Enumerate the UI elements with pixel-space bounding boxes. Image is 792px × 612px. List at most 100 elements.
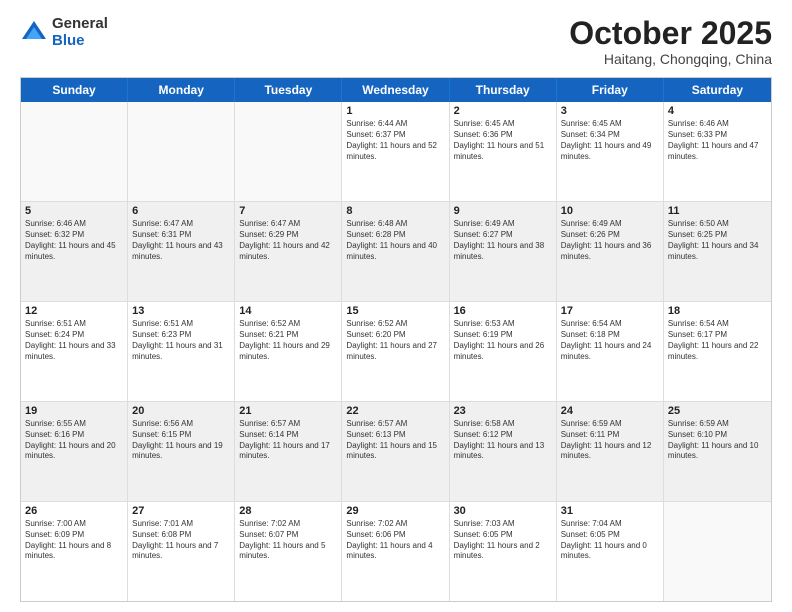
calendar-cell: 30 Sunrise: 7:03 AM Sunset: 6:05 PM Dayli…: [450, 502, 557, 601]
calendar-cell: 31Sunrise: 7:04 AM Sunset: 6:05 PM Dayli…: [557, 502, 664, 601]
day-number: 13: [132, 305, 230, 317]
cell-info: Sunrise: 6:46 AM Sunset: 6:33 PM Dayligh…: [668, 119, 767, 162]
calendar-cell: 11 Sunrise: 6:50 AM Sunset: 6:25 PM Dayli…: [664, 202, 771, 301]
calendar-cell: 22Sunrise: 6:57 AM Sunset: 6:13 PM Dayli…: [342, 402, 449, 501]
weekday-header-friday: Friday: [557, 78, 664, 102]
cell-info: Sunrise: 7:02 AM Sunset: 6:06 PM Dayligh…: [346, 519, 444, 562]
cell-info: Sunrise: 7:02 AM Sunset: 6:07 PM Dayligh…: [239, 519, 337, 562]
cell-info: Sunrise: 6:44 AM Sunset: 6:37 PM Dayligh…: [346, 119, 444, 162]
day-number: 25: [668, 405, 767, 417]
calendar-cell: 18Sunrise: 6:54 AM Sunset: 6:17 PM Dayli…: [664, 302, 771, 401]
cell-info: Sunrise: 6:59 AM Sunset: 6:10 PM Dayligh…: [668, 419, 767, 462]
cell-info: Sunrise: 7:04 AM Sunset: 6:05 PM Dayligh…: [561, 519, 659, 562]
weekday-header-saturday: Saturday: [664, 78, 771, 102]
calendar-cell: 5 Sunrise: 6:46 AM Sunset: 6:32 PM Daylig…: [21, 202, 128, 301]
calendar-cell: [235, 102, 342, 201]
month-title: October 2025: [569, 16, 772, 51]
calendar-cell: 28 Sunrise: 7:02 AM Sunset: 6:07 PM Dayli…: [235, 502, 342, 601]
day-number: 24: [561, 405, 659, 417]
calendar-cell: 29 Sunrise: 7:02 AM Sunset: 6:06 PM Dayli…: [342, 502, 449, 601]
cell-info: Sunrise: 6:53 AM Sunset: 6:19 PM Dayligh…: [454, 319, 552, 362]
weekday-header-monday: Monday: [128, 78, 235, 102]
day-number: 6: [132, 205, 230, 217]
day-number: 4: [668, 105, 767, 117]
day-number: 8: [346, 205, 444, 217]
logo: General Blue: [20, 16, 108, 49]
logo-text: General Blue: [52, 16, 108, 49]
day-number: 28: [239, 505, 337, 517]
day-number: 29: [346, 505, 444, 517]
day-number: 22: [346, 405, 444, 417]
day-number: 16: [454, 305, 552, 317]
weekday-header-wednesday: Wednesday: [342, 78, 449, 102]
day-number: 1: [346, 105, 444, 117]
day-number: 26: [25, 505, 123, 517]
day-number: 9: [454, 205, 552, 217]
cell-info: Sunrise: 6:45 AM Sunset: 6:34 PM Dayligh…: [561, 119, 659, 162]
day-number: 30: [454, 505, 552, 517]
cell-info: Sunrise: 6:46 AM Sunset: 6:32 PM Dayligh…: [25, 219, 123, 262]
calendar-cell: 23 Sunrise: 6:58 AM Sunset: 6:12 PM Dayli…: [450, 402, 557, 501]
cell-info: Sunrise: 6:50 AM Sunset: 6:25 PM Dayligh…: [668, 219, 767, 262]
day-number: 10: [561, 205, 659, 217]
calendar-row-2: 12Sunrise: 6:51 AM Sunset: 6:24 PM Dayli…: [21, 301, 771, 401]
calendar-cell: 21Sunrise: 6:57 AM Sunset: 6:14 PM Dayli…: [235, 402, 342, 501]
weekday-header-tuesday: Tuesday: [235, 78, 342, 102]
calendar-cell: 25 Sunrise: 6:59 AM Sunset: 6:10 PM Dayli…: [664, 402, 771, 501]
cell-info: Sunrise: 6:48 AM Sunset: 6:28 PM Dayligh…: [346, 219, 444, 262]
cell-info: Sunrise: 6:55 AM Sunset: 6:16 PM Dayligh…: [25, 419, 123, 462]
logo-general: General: [52, 15, 108, 32]
page: General Blue October 2025 Haitang, Chong…: [0, 0, 792, 612]
calendar-cell: 16 Sunrise: 6:53 AM Sunset: 6:19 PM Dayli…: [450, 302, 557, 401]
cell-info: Sunrise: 6:51 AM Sunset: 6:24 PM Dayligh…: [25, 319, 123, 362]
calendar-cell: 19 Sunrise: 6:55 AM Sunset: 6:16 PM Dayli…: [21, 402, 128, 501]
calendar-header: SundayMondayTuesdayWednesdayThursdayFrid…: [21, 78, 771, 102]
cell-info: Sunrise: 7:03 AM Sunset: 6:05 PM Dayligh…: [454, 519, 552, 562]
cell-info: Sunrise: 6:57 AM Sunset: 6:14 PM Dayligh…: [239, 419, 337, 462]
day-number: 19: [25, 405, 123, 417]
cell-info: Sunrise: 6:58 AM Sunset: 6:12 PM Dayligh…: [454, 419, 552, 462]
calendar-cell: 24 Sunrise: 6:59 AM Sunset: 6:11 PM Dayli…: [557, 402, 664, 501]
calendar-cell: 4 Sunrise: 6:46 AM Sunset: 6:33 PM Daylig…: [664, 102, 771, 201]
day-number: 11: [668, 205, 767, 217]
calendar-cell: 12Sunrise: 6:51 AM Sunset: 6:24 PM Dayli…: [21, 302, 128, 401]
location-subtitle: Haitang, Chongqing, China: [569, 51, 772, 67]
cell-info: Sunrise: 6:52 AM Sunset: 6:20 PM Dayligh…: [346, 319, 444, 362]
day-number: 2: [454, 105, 552, 117]
calendar-row-4: 26 Sunrise: 7:00 AM Sunset: 6:09 PM Dayli…: [21, 501, 771, 601]
calendar-cell: 3Sunrise: 6:45 AM Sunset: 6:34 PM Daylig…: [557, 102, 664, 201]
day-number: 5: [25, 205, 123, 217]
cell-info: Sunrise: 6:45 AM Sunset: 6:36 PM Dayligh…: [454, 119, 552, 162]
cell-info: Sunrise: 6:54 AM Sunset: 6:18 PM Dayligh…: [561, 319, 659, 362]
calendar-cell: 8 Sunrise: 6:48 AM Sunset: 6:28 PM Daylig…: [342, 202, 449, 301]
day-number: 7: [239, 205, 337, 217]
cell-info: Sunrise: 6:47 AM Sunset: 6:29 PM Dayligh…: [239, 219, 337, 262]
calendar-cell: 14 Sunrise: 6:52 AM Sunset: 6:21 PM Dayli…: [235, 302, 342, 401]
calendar-row-3: 19 Sunrise: 6:55 AM Sunset: 6:16 PM Dayli…: [21, 401, 771, 501]
calendar-cell: [21, 102, 128, 201]
cell-info: Sunrise: 7:01 AM Sunset: 6:08 PM Dayligh…: [132, 519, 230, 562]
day-number: 17: [561, 305, 659, 317]
cell-info: Sunrise: 6:56 AM Sunset: 6:15 PM Dayligh…: [132, 419, 230, 462]
day-number: 14: [239, 305, 337, 317]
calendar-cell: 17 Sunrise: 6:54 AM Sunset: 6:18 PM Dayli…: [557, 302, 664, 401]
calendar-cell: [664, 502, 771, 601]
calendar-body: 1 Sunrise: 6:44 AM Sunset: 6:37 PM Daylig…: [21, 102, 771, 601]
calendar-cell: 9Sunrise: 6:49 AM Sunset: 6:27 PM Daylig…: [450, 202, 557, 301]
cell-info: Sunrise: 7:00 AM Sunset: 6:09 PM Dayligh…: [25, 519, 123, 562]
calendar-row-0: 1 Sunrise: 6:44 AM Sunset: 6:37 PM Daylig…: [21, 102, 771, 201]
calendar-cell: [128, 102, 235, 201]
calendar-cell: 2 Sunrise: 6:45 AM Sunset: 6:36 PM Daylig…: [450, 102, 557, 201]
cell-info: Sunrise: 6:54 AM Sunset: 6:17 PM Dayligh…: [668, 319, 767, 362]
day-number: 15: [346, 305, 444, 317]
logo-blue: Blue: [52, 32, 85, 49]
logo-icon: [20, 19, 48, 47]
calendar-cell: 26 Sunrise: 7:00 AM Sunset: 6:09 PM Dayli…: [21, 502, 128, 601]
cell-info: Sunrise: 6:51 AM Sunset: 6:23 PM Dayligh…: [132, 319, 230, 362]
cell-info: Sunrise: 6:59 AM Sunset: 6:11 PM Dayligh…: [561, 419, 659, 462]
calendar-cell: 13 Sunrise: 6:51 AM Sunset: 6:23 PM Dayli…: [128, 302, 235, 401]
cell-info: Sunrise: 6:52 AM Sunset: 6:21 PM Dayligh…: [239, 319, 337, 362]
title-block: October 2025 Haitang, Chongqing, China: [569, 16, 772, 67]
weekday-header-thursday: Thursday: [450, 78, 557, 102]
day-number: 23: [454, 405, 552, 417]
